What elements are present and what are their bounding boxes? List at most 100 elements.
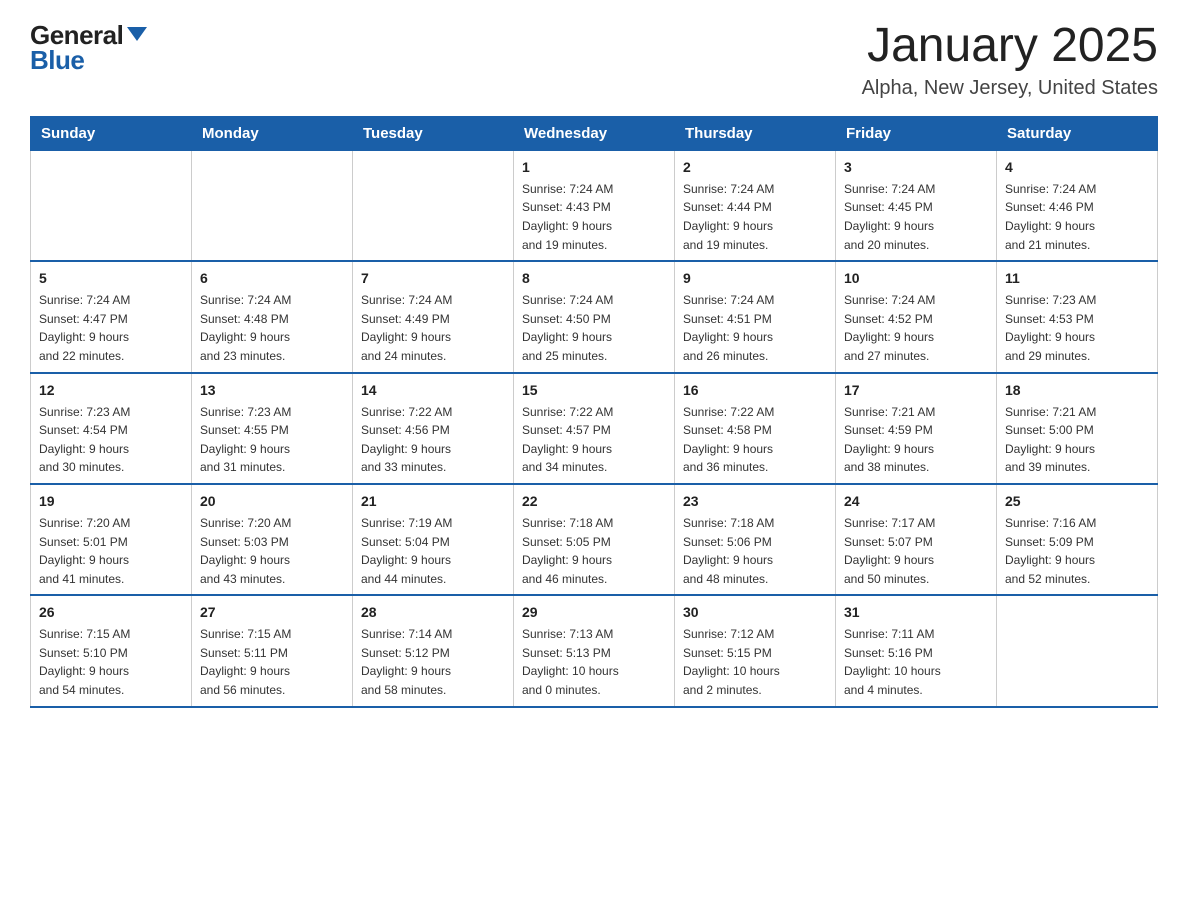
day-info: Sunrise: 7:24 AMSunset: 4:44 PMDaylight:…: [683, 180, 827, 254]
calendar-day-17: 17Sunrise: 7:21 AMSunset: 4:59 PMDayligh…: [836, 373, 997, 484]
day-number: 3: [844, 157, 988, 178]
calendar-empty-cell: [997, 595, 1158, 706]
calendar-table: SundayMondayTuesdayWednesdayThursdayFrid…: [30, 116, 1158, 708]
calendar-empty-cell: [353, 150, 514, 261]
day-info: Sunrise: 7:24 AMSunset: 4:51 PMDaylight:…: [683, 291, 827, 365]
calendar-day-22: 22Sunrise: 7:18 AMSunset: 5:05 PMDayligh…: [514, 484, 675, 595]
day-number: 2: [683, 157, 827, 178]
calendar-day-10: 10Sunrise: 7:24 AMSunset: 4:52 PMDayligh…: [836, 261, 997, 372]
day-info: Sunrise: 7:23 AMSunset: 4:53 PMDaylight:…: [1005, 291, 1149, 365]
calendar-day-13: 13Sunrise: 7:23 AMSunset: 4:55 PMDayligh…: [192, 373, 353, 484]
calendar-week-row: 19Sunrise: 7:20 AMSunset: 5:01 PMDayligh…: [31, 484, 1158, 595]
calendar-week-row: 26Sunrise: 7:15 AMSunset: 5:10 PMDayligh…: [31, 595, 1158, 706]
day-info: Sunrise: 7:24 AMSunset: 4:52 PMDaylight:…: [844, 291, 988, 365]
calendar-day-14: 14Sunrise: 7:22 AMSunset: 4:56 PMDayligh…: [353, 373, 514, 484]
calendar-week-row: 5Sunrise: 7:24 AMSunset: 4:47 PMDaylight…: [31, 261, 1158, 372]
calendar-day-8: 8Sunrise: 7:24 AMSunset: 4:50 PMDaylight…: [514, 261, 675, 372]
calendar-day-30: 30Sunrise: 7:12 AMSunset: 5:15 PMDayligh…: [675, 595, 836, 706]
calendar-week-row: 1Sunrise: 7:24 AMSunset: 4:43 PMDaylight…: [31, 150, 1158, 261]
day-info: Sunrise: 7:21 AMSunset: 4:59 PMDaylight:…: [844, 403, 988, 477]
calendar-week-row: 12Sunrise: 7:23 AMSunset: 4:54 PMDayligh…: [31, 373, 1158, 484]
day-info: Sunrise: 7:20 AMSunset: 5:01 PMDaylight:…: [39, 514, 183, 588]
calendar-header-saturday: Saturday: [997, 116, 1158, 150]
day-number: 25: [1005, 491, 1149, 512]
calendar-day-15: 15Sunrise: 7:22 AMSunset: 4:57 PMDayligh…: [514, 373, 675, 484]
day-number: 20: [200, 491, 344, 512]
day-number: 16: [683, 380, 827, 401]
day-number: 6: [200, 268, 344, 289]
calendar-day-2: 2Sunrise: 7:24 AMSunset: 4:44 PMDaylight…: [675, 150, 836, 261]
day-info: Sunrise: 7:17 AMSunset: 5:07 PMDaylight:…: [844, 514, 988, 588]
day-info: Sunrise: 7:12 AMSunset: 5:15 PMDaylight:…: [683, 625, 827, 699]
calendar-header-friday: Friday: [836, 116, 997, 150]
calendar-header-tuesday: Tuesday: [353, 116, 514, 150]
logo-arrow-icon: [127, 27, 147, 41]
calendar-day-24: 24Sunrise: 7:17 AMSunset: 5:07 PMDayligh…: [836, 484, 997, 595]
month-title: January 2025: [862, 20, 1158, 73]
day-number: 9: [683, 268, 827, 289]
day-info: Sunrise: 7:24 AMSunset: 4:48 PMDaylight:…: [200, 291, 344, 365]
day-info: Sunrise: 7:24 AMSunset: 4:43 PMDaylight:…: [522, 180, 666, 254]
day-info: Sunrise: 7:11 AMSunset: 5:16 PMDaylight:…: [844, 625, 988, 699]
day-number: 4: [1005, 157, 1149, 178]
day-number: 5: [39, 268, 183, 289]
calendar-day-19: 19Sunrise: 7:20 AMSunset: 5:01 PMDayligh…: [31, 484, 192, 595]
calendar-day-26: 26Sunrise: 7:15 AMSunset: 5:10 PMDayligh…: [31, 595, 192, 706]
day-number: 11: [1005, 268, 1149, 289]
calendar-day-5: 5Sunrise: 7:24 AMSunset: 4:47 PMDaylight…: [31, 261, 192, 372]
calendar-header-thursday: Thursday: [675, 116, 836, 150]
day-number: 19: [39, 491, 183, 512]
logo: General Blue: [30, 20, 147, 76]
calendar-day-16: 16Sunrise: 7:22 AMSunset: 4:58 PMDayligh…: [675, 373, 836, 484]
calendar-header-row: SundayMondayTuesdayWednesdayThursdayFrid…: [31, 116, 1158, 150]
day-info: Sunrise: 7:20 AMSunset: 5:03 PMDaylight:…: [200, 514, 344, 588]
day-info: Sunrise: 7:18 AMSunset: 5:05 PMDaylight:…: [522, 514, 666, 588]
day-number: 28: [361, 602, 505, 623]
day-number: 27: [200, 602, 344, 623]
day-info: Sunrise: 7:23 AMSunset: 4:55 PMDaylight:…: [200, 403, 344, 477]
day-number: 12: [39, 380, 183, 401]
calendar-day-7: 7Sunrise: 7:24 AMSunset: 4:49 PMDaylight…: [353, 261, 514, 372]
day-info: Sunrise: 7:24 AMSunset: 4:46 PMDaylight:…: [1005, 180, 1149, 254]
day-info: Sunrise: 7:23 AMSunset: 4:54 PMDaylight:…: [39, 403, 183, 477]
page-header: General Blue January 2025 Alpha, New Jer…: [30, 20, 1158, 100]
calendar-day-25: 25Sunrise: 7:16 AMSunset: 5:09 PMDayligh…: [997, 484, 1158, 595]
day-info: Sunrise: 7:22 AMSunset: 4:58 PMDaylight:…: [683, 403, 827, 477]
calendar-day-23: 23Sunrise: 7:18 AMSunset: 5:06 PMDayligh…: [675, 484, 836, 595]
calendar-day-3: 3Sunrise: 7:24 AMSunset: 4:45 PMDaylight…: [836, 150, 997, 261]
day-number: 1: [522, 157, 666, 178]
calendar-header-monday: Monday: [192, 116, 353, 150]
location-title: Alpha, New Jersey, United States: [862, 77, 1158, 100]
day-info: Sunrise: 7:14 AMSunset: 5:12 PMDaylight:…: [361, 625, 505, 699]
calendar-day-29: 29Sunrise: 7:13 AMSunset: 5:13 PMDayligh…: [514, 595, 675, 706]
day-info: Sunrise: 7:13 AMSunset: 5:13 PMDaylight:…: [522, 625, 666, 699]
calendar-empty-cell: [192, 150, 353, 261]
day-number: 30: [683, 602, 827, 623]
day-number: 14: [361, 380, 505, 401]
day-info: Sunrise: 7:22 AMSunset: 4:57 PMDaylight:…: [522, 403, 666, 477]
calendar-day-18: 18Sunrise: 7:21 AMSunset: 5:00 PMDayligh…: [997, 373, 1158, 484]
day-number: 8: [522, 268, 666, 289]
calendar-day-21: 21Sunrise: 7:19 AMSunset: 5:04 PMDayligh…: [353, 484, 514, 595]
calendar-day-9: 9Sunrise: 7:24 AMSunset: 4:51 PMDaylight…: [675, 261, 836, 372]
calendar-day-4: 4Sunrise: 7:24 AMSunset: 4:46 PMDaylight…: [997, 150, 1158, 261]
calendar-day-31: 31Sunrise: 7:11 AMSunset: 5:16 PMDayligh…: [836, 595, 997, 706]
calendar-day-6: 6Sunrise: 7:24 AMSunset: 4:48 PMDaylight…: [192, 261, 353, 372]
calendar-day-12: 12Sunrise: 7:23 AMSunset: 4:54 PMDayligh…: [31, 373, 192, 484]
day-info: Sunrise: 7:24 AMSunset: 4:45 PMDaylight:…: [844, 180, 988, 254]
calendar-day-28: 28Sunrise: 7:14 AMSunset: 5:12 PMDayligh…: [353, 595, 514, 706]
day-number: 13: [200, 380, 344, 401]
day-number: 29: [522, 602, 666, 623]
calendar-empty-cell: [31, 150, 192, 261]
day-info: Sunrise: 7:22 AMSunset: 4:56 PMDaylight:…: [361, 403, 505, 477]
title-section: January 2025 Alpha, New Jersey, United S…: [862, 20, 1158, 100]
day-info: Sunrise: 7:24 AMSunset: 4:50 PMDaylight:…: [522, 291, 666, 365]
day-info: Sunrise: 7:24 AMSunset: 4:49 PMDaylight:…: [361, 291, 505, 365]
calendar-day-1: 1Sunrise: 7:24 AMSunset: 4:43 PMDaylight…: [514, 150, 675, 261]
day-number: 17: [844, 380, 988, 401]
day-number: 24: [844, 491, 988, 512]
logo-blue-text: Blue: [30, 45, 84, 76]
day-number: 15: [522, 380, 666, 401]
calendar-day-11: 11Sunrise: 7:23 AMSunset: 4:53 PMDayligh…: [997, 261, 1158, 372]
day-number: 18: [1005, 380, 1149, 401]
